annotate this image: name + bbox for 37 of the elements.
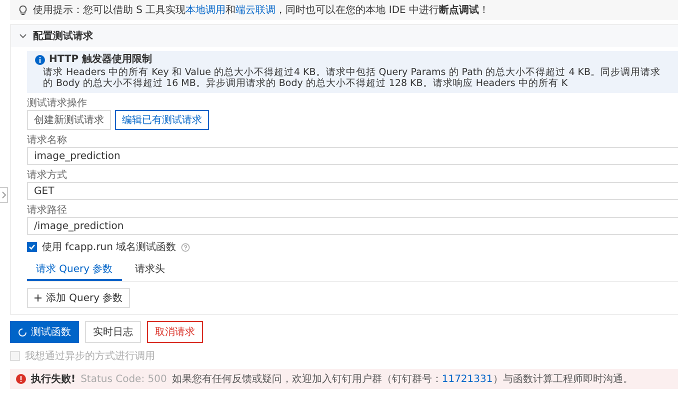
tab[interactable]: 请求头 [126,259,174,282]
notice-title: HTTP 触发器使用限制 [49,54,152,66]
status-code: Status Code: 500 [80,374,167,385]
info-icon [35,55,45,66]
input-field[interactable]: image_prediction [27,147,678,166]
operation-option[interactable]: 创建新测试请求 [27,110,111,130]
plus-icon [34,294,42,302]
section-header[interactable]: 配置测试请求 [11,25,678,47]
field-label: 请求名称 [27,134,68,148]
error-title: 执行失败! [31,372,76,386]
tab[interactable]: 请求 Query 参数 [27,259,122,282]
action-button[interactable]: 实时日志 [85,321,141,344]
tip-link[interactable]: 端云联调 [236,5,276,16]
lightbulb-icon [18,4,28,16]
notice-text: 请求 Headers 中的所有 Key 和 Value 的总大小不得超过4 KB。请求中包括 Query Params 的 Path 的总大小不得超过 4 KB。同步调用请求的 Body 的总大小不得超过 16 MB。异步调用请求的 Body 的总大小不得超过 128 KB。请求响应 Headers 中的所有 K [42,66,662,90]
field-label: 请求路径 [27,204,68,218]
field-label: 请求方式 [27,169,68,182]
group-number-link[interactable]: 11721331 [442,374,493,386]
action-button[interactable]: 取消请求 [147,321,203,344]
add-query-button[interactable]: 添加 Query 参数 [27,288,130,308]
action-button[interactable]: 测试函数 [10,321,79,344]
checkbox-label: 使用 fcapp.run 域名测试函数 [42,240,176,254]
section-title: 配置测试请求 [33,30,93,43]
input-field[interactable]: /image_prediction [27,217,678,236]
error-icon [16,374,26,384]
expand-handle[interactable] [0,187,8,203]
operation-option[interactable]: 编辑已有测试请求 [115,110,209,130]
field-label: 测试请求操作 [27,97,88,110]
checkbox[interactable] [27,242,37,252]
input-field[interactable]: GET [27,182,678,200]
help-icon[interactable] [181,242,190,252]
spinner-icon [18,328,27,337]
chevron-right-icon [0,191,6,199]
usage-tip-text: 使用提示：您可以借助 S 工具实现本地调用和端云联调，同时也可以在您的本地 IDE 中进行断点调试！ [33,4,490,17]
tip-link[interactable]: 本地调用 [186,5,226,16]
checkbox-label: 我想通过异步的方式进行调用 [25,350,155,364]
error-message: 如果您有任何反馈或疑问，欢迎加入钉钉用户群（钉钉群号：11721331）与函数计算工程师即时沟通。 [172,372,633,386]
